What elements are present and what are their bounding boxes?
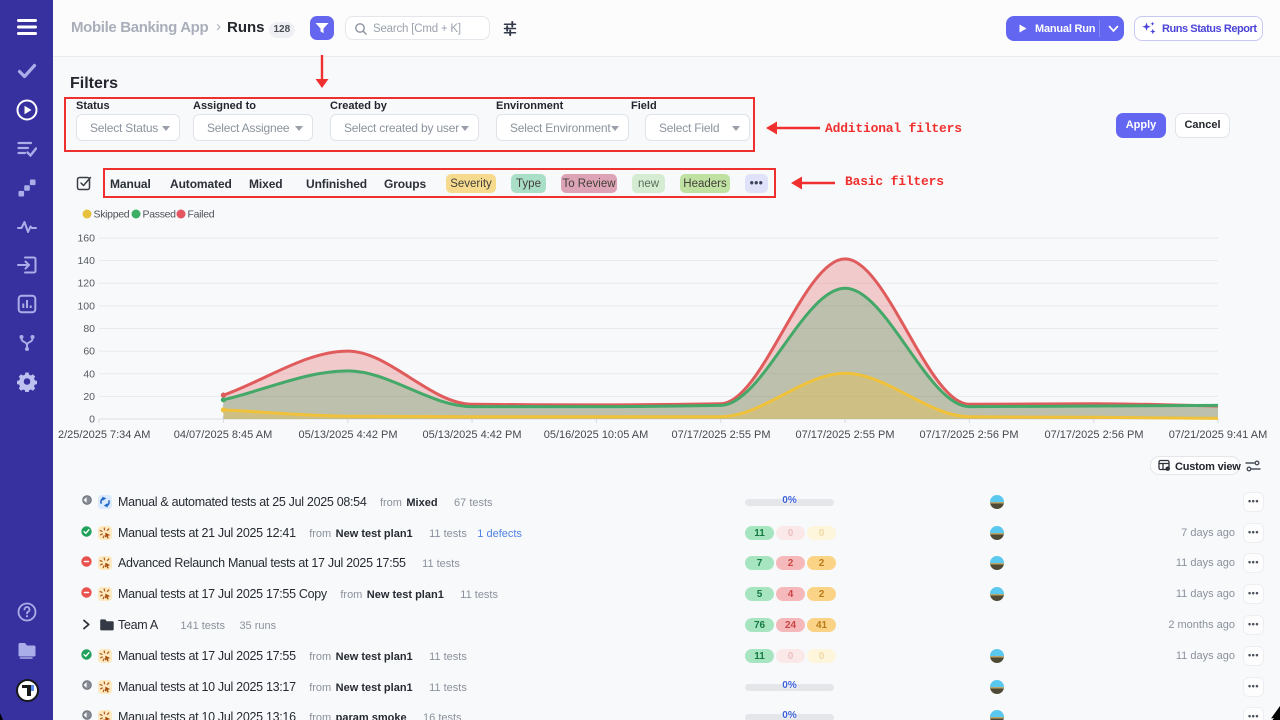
svg-text:07/17/2025 2:55 PM: 07/17/2025 2:55 PM [671,429,770,441]
svg-text:05/13/2025 4:42 PM: 05/13/2025 4:42 PM [422,429,521,441]
svg-text:0: 0 [89,414,95,426]
svg-text:Passed: Passed [143,209,177,221]
svg-text:60: 60 [83,346,95,358]
svg-text:05/16/2025 10:05 AM: 05/16/2025 10:05 AM [544,429,649,441]
svg-text:07/21/2025 9:41 AM: 07/21/2025 9:41 AM [1169,429,1267,441]
svg-text:80: 80 [83,323,95,335]
svg-text:05/13/2025 4:42 PM: 05/13/2025 4:42 PM [298,429,397,441]
svg-text:Skipped: Skipped [94,209,130,221]
svg-text:07/17/2025 2:55 PM: 07/17/2025 2:55 PM [795,429,894,441]
svg-text:140: 140 [77,255,95,267]
svg-text:04/07/2025 8:45 AM: 04/07/2025 8:45 AM [174,429,272,441]
svg-text:160: 160 [77,233,95,245]
svg-text:20: 20 [83,391,95,403]
svg-text:Failed: Failed [188,209,215,221]
svg-text:40: 40 [83,368,95,380]
svg-text:07/17/2025 2:56 PM: 07/17/2025 2:56 PM [919,429,1018,441]
svg-text:100: 100 [77,300,95,312]
svg-text:120: 120 [77,278,95,290]
svg-text:07/17/2025 2:56 PM: 07/17/2025 2:56 PM [1044,429,1143,441]
svg-text:2/25/2025 7:34 AM: 2/25/2025 7:34 AM [58,429,150,441]
